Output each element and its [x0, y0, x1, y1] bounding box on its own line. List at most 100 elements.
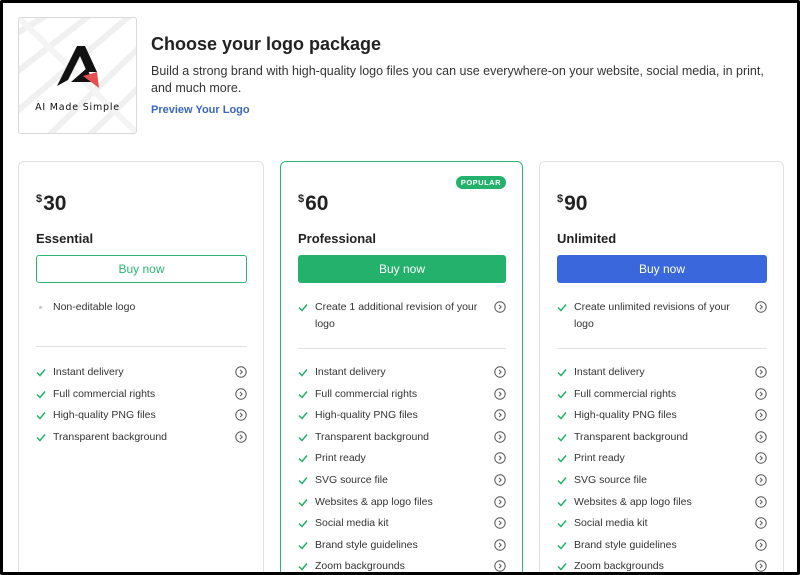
check-icon — [36, 412, 46, 420]
check-icon — [298, 304, 308, 312]
page-description: Build a strong brand with high-quality l… — [151, 64, 764, 95]
chevron-right-circle-icon[interactable] — [494, 409, 506, 421]
plan-name: Unlimited — [557, 231, 617, 246]
check-icon — [298, 476, 308, 485]
chevron-right-circle-icon[interactable] — [235, 366, 247, 378]
list-item: SVG source file — [557, 472, 767, 489]
top-feature-list: Create unlimited revisions of your logo — [557, 299, 767, 333]
chevron-right-circle-icon[interactable] — [755, 387, 767, 400]
divider — [557, 348, 767, 349]
list-item: High-quality PNG files — [298, 407, 506, 424]
list-item: Full commercial rights — [36, 386, 247, 403]
buy-now-button-essential[interactable]: Buy now — [36, 255, 247, 283]
list-item: Brand style guidelines — [557, 537, 767, 554]
chevron-right-circle-icon[interactable] — [494, 431, 506, 443]
check-icon — [298, 433, 308, 442]
top-feature-list: Create 1 additional revision of your log… — [298, 299, 506, 333]
pricing-page: AI Made Simple Choose your logo package … — [0, 0, 800, 575]
check-icon — [298, 412, 308, 420]
chevron-right-circle-icon[interactable] — [494, 366, 506, 378]
chevron-right-circle-icon[interactable] — [755, 366, 767, 378]
check-icon — [557, 369, 567, 377]
plan-name: Professional — [298, 231, 377, 246]
chevron-right-circle-icon[interactable] — [494, 539, 506, 551]
list-item: Print ready — [557, 450, 767, 467]
list-item: Instant delivery — [298, 364, 506, 381]
divider — [298, 348, 506, 349]
chevron-right-circle-icon[interactable] — [494, 452, 506, 465]
chevron-right-circle-icon[interactable] — [755, 301, 767, 313]
chevron-right-circle-icon[interactable] — [755, 474, 767, 486]
list-item: Create unlimited revisions of your logo — [557, 299, 767, 333]
divider — [36, 346, 247, 347]
chevron-right-circle-icon[interactable] — [494, 387, 506, 400]
list-item: Social media kit — [298, 515, 506, 532]
check-icon — [557, 304, 567, 312]
check-icon — [298, 455, 308, 463]
list-item: Transparent background — [557, 429, 767, 446]
bullet-dot-icon — [39, 306, 42, 309]
list-item: Full commercial rights — [557, 386, 767, 403]
list-item: Print ready — [298, 450, 506, 467]
chevron-right-circle-icon[interactable] — [494, 560, 506, 572]
plan-price: $60 — [298, 192, 329, 215]
list-item: High-quality PNG files — [36, 407, 247, 424]
chevron-right-circle-icon[interactable] — [755, 431, 767, 443]
check-icon — [298, 541, 308, 550]
check-icon — [557, 390, 567, 399]
check-icon — [557, 541, 567, 550]
check-icon — [298, 390, 308, 399]
plan-card-unlimited: $90 Unlimited Buy now Create unlimited r… — [539, 161, 784, 572]
list-item: Brand style guidelines — [298, 537, 506, 554]
buy-now-button-professional[interactable]: Buy now — [298, 255, 506, 283]
list-item: Websites & app logo files — [557, 494, 767, 511]
plan-card-professional: POPULAR $60 Professional Buy now Create … — [280, 161, 523, 572]
list-item: Zoom backgrounds — [298, 558, 506, 572]
chevron-right-circle-icon[interactable] — [494, 301, 506, 313]
plan-card-essential: $30 Essential Buy now Non-editable logo … — [18, 161, 264, 572]
list-item: Instant delivery — [557, 364, 767, 381]
list-item: Full commercial rights — [298, 386, 506, 403]
list-item: Non-editable logo — [36, 299, 247, 316]
check-icon — [557, 476, 567, 485]
check-icon — [36, 390, 46, 399]
check-icon — [557, 563, 567, 571]
list-item: SVG source file — [298, 472, 506, 489]
buy-now-button-unlimited[interactable]: Buy now — [557, 255, 767, 283]
plan-price: $30 — [36, 192, 67, 215]
list-item: Create 1 additional revision of your log… — [298, 299, 506, 333]
check-icon — [557, 498, 567, 507]
check-icon — [298, 498, 308, 507]
list-item: Transparent background — [36, 429, 247, 446]
list-item: High-quality PNG files — [557, 407, 767, 424]
chevron-right-circle-icon[interactable] — [235, 409, 247, 421]
chevron-right-circle-icon[interactable] — [755, 409, 767, 421]
chevron-right-circle-icon[interactable] — [235, 431, 247, 443]
chevron-right-circle-icon[interactable] — [755, 560, 767, 572]
check-icon — [298, 520, 308, 528]
chevron-right-circle-icon[interactable] — [494, 517, 506, 529]
plan-name: Essential — [36, 231, 94, 246]
chevron-right-circle-icon[interactable] — [755, 452, 767, 465]
check-icon — [557, 520, 567, 528]
check-icon — [298, 369, 308, 377]
chevron-right-circle-icon[interactable] — [494, 474, 506, 486]
check-icon — [36, 433, 46, 442]
top-feature-list: Non-editable logo — [36, 299, 247, 316]
check-icon — [557, 455, 567, 463]
letter-a-logo-icon — [57, 46, 99, 88]
chevron-right-circle-icon[interactable] — [494, 495, 506, 508]
check-icon — [557, 412, 567, 420]
list-item: Social media kit — [557, 515, 767, 532]
feature-list: Instant delivery Full commercial rights … — [298, 364, 506, 572]
check-icon — [557, 433, 567, 442]
popular-badge: POPULAR — [455, 176, 506, 189]
chevron-right-circle-icon[interactable] — [755, 539, 767, 551]
preview-logo-link[interactable]: Preview Your Logo — [151, 104, 250, 116]
chevron-right-circle-icon[interactable] — [755, 495, 767, 508]
logo-preview: AI Made Simple — [18, 17, 137, 134]
chevron-right-circle-icon[interactable] — [755, 517, 767, 529]
list-item: Zoom backgrounds — [557, 558, 767, 572]
chevron-right-circle-icon[interactable] — [235, 387, 247, 400]
list-item: Websites & app logo files — [298, 494, 506, 511]
